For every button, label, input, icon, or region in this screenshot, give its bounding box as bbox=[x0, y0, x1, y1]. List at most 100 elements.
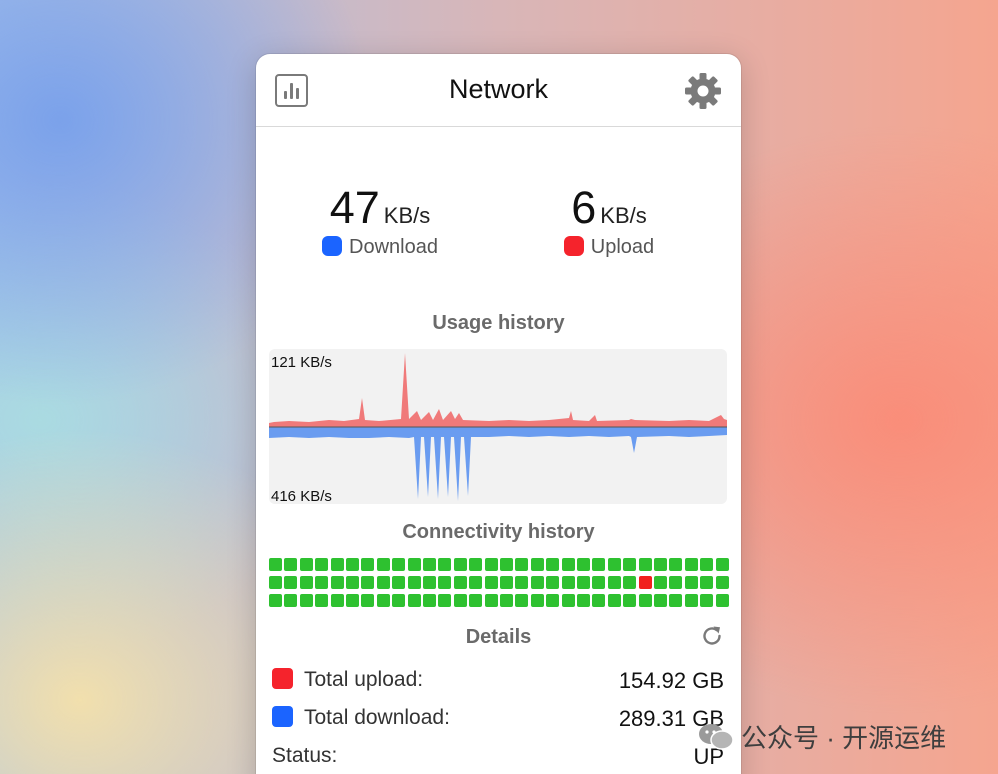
upload-speed-value: 6 bbox=[571, 182, 597, 233]
connectivity-cell bbox=[684, 594, 698, 607]
connectivity-cell bbox=[315, 594, 329, 607]
connectivity-cell bbox=[669, 558, 683, 571]
total-upload-label: Total upload: bbox=[304, 668, 424, 691]
connectivity-cell bbox=[315, 558, 329, 571]
connectivity-cell bbox=[299, 558, 313, 571]
download-speed-value: 47 bbox=[329, 182, 380, 233]
connectivity-cell bbox=[623, 594, 637, 607]
connectivity-cell bbox=[623, 558, 637, 571]
download-label: Download bbox=[349, 236, 438, 258]
connectivity-cell bbox=[700, 558, 714, 571]
connectivity-cell bbox=[330, 594, 344, 607]
connectivity-cell bbox=[469, 594, 483, 607]
connectivity-cell bbox=[330, 558, 344, 571]
connectivity-cell bbox=[684, 558, 698, 571]
connectivity-cell bbox=[638, 558, 652, 571]
connectivity-cell bbox=[361, 558, 375, 571]
connectivity-cell bbox=[623, 576, 637, 589]
watermark: 公众号 · 开源运维 bbox=[697, 718, 946, 755]
connectivity-cell bbox=[269, 558, 282, 571]
connectivity-cell bbox=[376, 558, 390, 571]
connectivity-cell bbox=[392, 558, 406, 571]
connectivity-cell bbox=[284, 576, 298, 589]
usage-bottom-label: 416 KB/s bbox=[271, 488, 332, 504]
connectivity-cell bbox=[592, 558, 606, 571]
connectivity-cell bbox=[269, 576, 282, 589]
connectivity-cell bbox=[500, 594, 513, 607]
connectivity-cell bbox=[376, 594, 390, 607]
connectivity-cell bbox=[607, 558, 621, 571]
details-row-total-download: Total download: 289.31 GB bbox=[272, 706, 724, 731]
connectivity-cell bbox=[392, 594, 406, 607]
connectivity-cell bbox=[654, 576, 667, 589]
connectivity-cell bbox=[592, 576, 606, 589]
connectivity-cell bbox=[438, 594, 452, 607]
usage-top-label: 121 KB/s bbox=[271, 354, 332, 371]
refresh-icon[interactable] bbox=[700, 624, 724, 648]
connectivity-cell bbox=[546, 576, 560, 589]
connectivity-history-title: Connectivity history bbox=[402, 521, 595, 543]
connectivity-cell bbox=[346, 558, 359, 571]
connectivity-cell bbox=[515, 558, 529, 571]
connectivity-cell bbox=[684, 576, 698, 589]
details-row-total-upload: Total upload: 154.92 GB bbox=[272, 668, 724, 693]
connectivity-cell bbox=[715, 558, 729, 571]
connectivity-cell bbox=[700, 594, 714, 607]
connectivity-cell bbox=[407, 558, 421, 571]
upload-label: Upload bbox=[590, 236, 655, 258]
download-speed: 47 KB/s Download bbox=[280, 182, 480, 259]
connectivity-cell bbox=[669, 594, 683, 607]
status-label: Status: bbox=[272, 744, 338, 767]
window-title: Network bbox=[448, 74, 549, 104]
usage-history-chart: 121 KB/s 416 KB/s bbox=[269, 349, 727, 504]
connectivity-cell bbox=[407, 576, 421, 589]
connectivity-cell bbox=[361, 594, 375, 607]
connectivity-cell bbox=[407, 594, 421, 607]
upload-swatch bbox=[272, 668, 293, 689]
panel-header: Network bbox=[256, 54, 741, 127]
connectivity-cell bbox=[515, 594, 529, 607]
details-row-status: Status: UP bbox=[272, 744, 724, 769]
connectivity-cell bbox=[546, 558, 560, 571]
connectivity-cell bbox=[561, 576, 575, 589]
connectivity-cell bbox=[284, 558, 298, 571]
connectivity-cell bbox=[530, 558, 544, 571]
connectivity-cell bbox=[607, 594, 621, 607]
connectivity-cell bbox=[299, 594, 313, 607]
wechat-icon bbox=[699, 724, 734, 750]
connectivity-cell bbox=[346, 594, 359, 607]
connectivity-grid bbox=[269, 558, 729, 608]
connectivity-cell bbox=[438, 576, 452, 589]
usage-history-graph bbox=[269, 353, 727, 501]
gear-icon[interactable] bbox=[684, 72, 722, 110]
connectivity-cell bbox=[638, 594, 652, 607]
connectivity-cell bbox=[592, 594, 606, 607]
connectivity-cell bbox=[376, 576, 390, 589]
connectivity-cell bbox=[423, 594, 436, 607]
connectivity-cell bbox=[484, 576, 498, 589]
connectivity-cell bbox=[361, 576, 375, 589]
connectivity-cell bbox=[607, 576, 621, 589]
connectivity-cell bbox=[577, 594, 590, 607]
network-panel: Network 47 KB/s Download 6 KB/s Upload U… bbox=[256, 54, 741, 774]
connectivity-cell bbox=[530, 576, 544, 589]
connectivity-cell bbox=[453, 558, 467, 571]
download-usage-area bbox=[269, 427, 727, 501]
connectivity-cell bbox=[484, 558, 498, 571]
connectivity-cell bbox=[453, 576, 467, 589]
connectivity-cell bbox=[530, 594, 544, 607]
connectivity-cell bbox=[453, 594, 467, 607]
watermark-text: 公众号 · 开源运维 bbox=[741, 723, 947, 753]
connectivity-cell bbox=[638, 576, 652, 589]
download-legend-swatch bbox=[322, 236, 343, 256]
download-swatch bbox=[272, 706, 293, 727]
connectivity-cell bbox=[500, 558, 513, 571]
total-download-label: Total download: bbox=[304, 706, 450, 729]
connectivity-cell bbox=[654, 558, 667, 571]
upload-speed: 6 KB/s Upload bbox=[509, 182, 709, 259]
connectivity-cell bbox=[330, 576, 344, 589]
connectivity-cell bbox=[299, 576, 313, 589]
connectivity-cell bbox=[438, 558, 452, 571]
connectivity-cell bbox=[315, 576, 329, 589]
connectivity-cell bbox=[423, 576, 436, 589]
